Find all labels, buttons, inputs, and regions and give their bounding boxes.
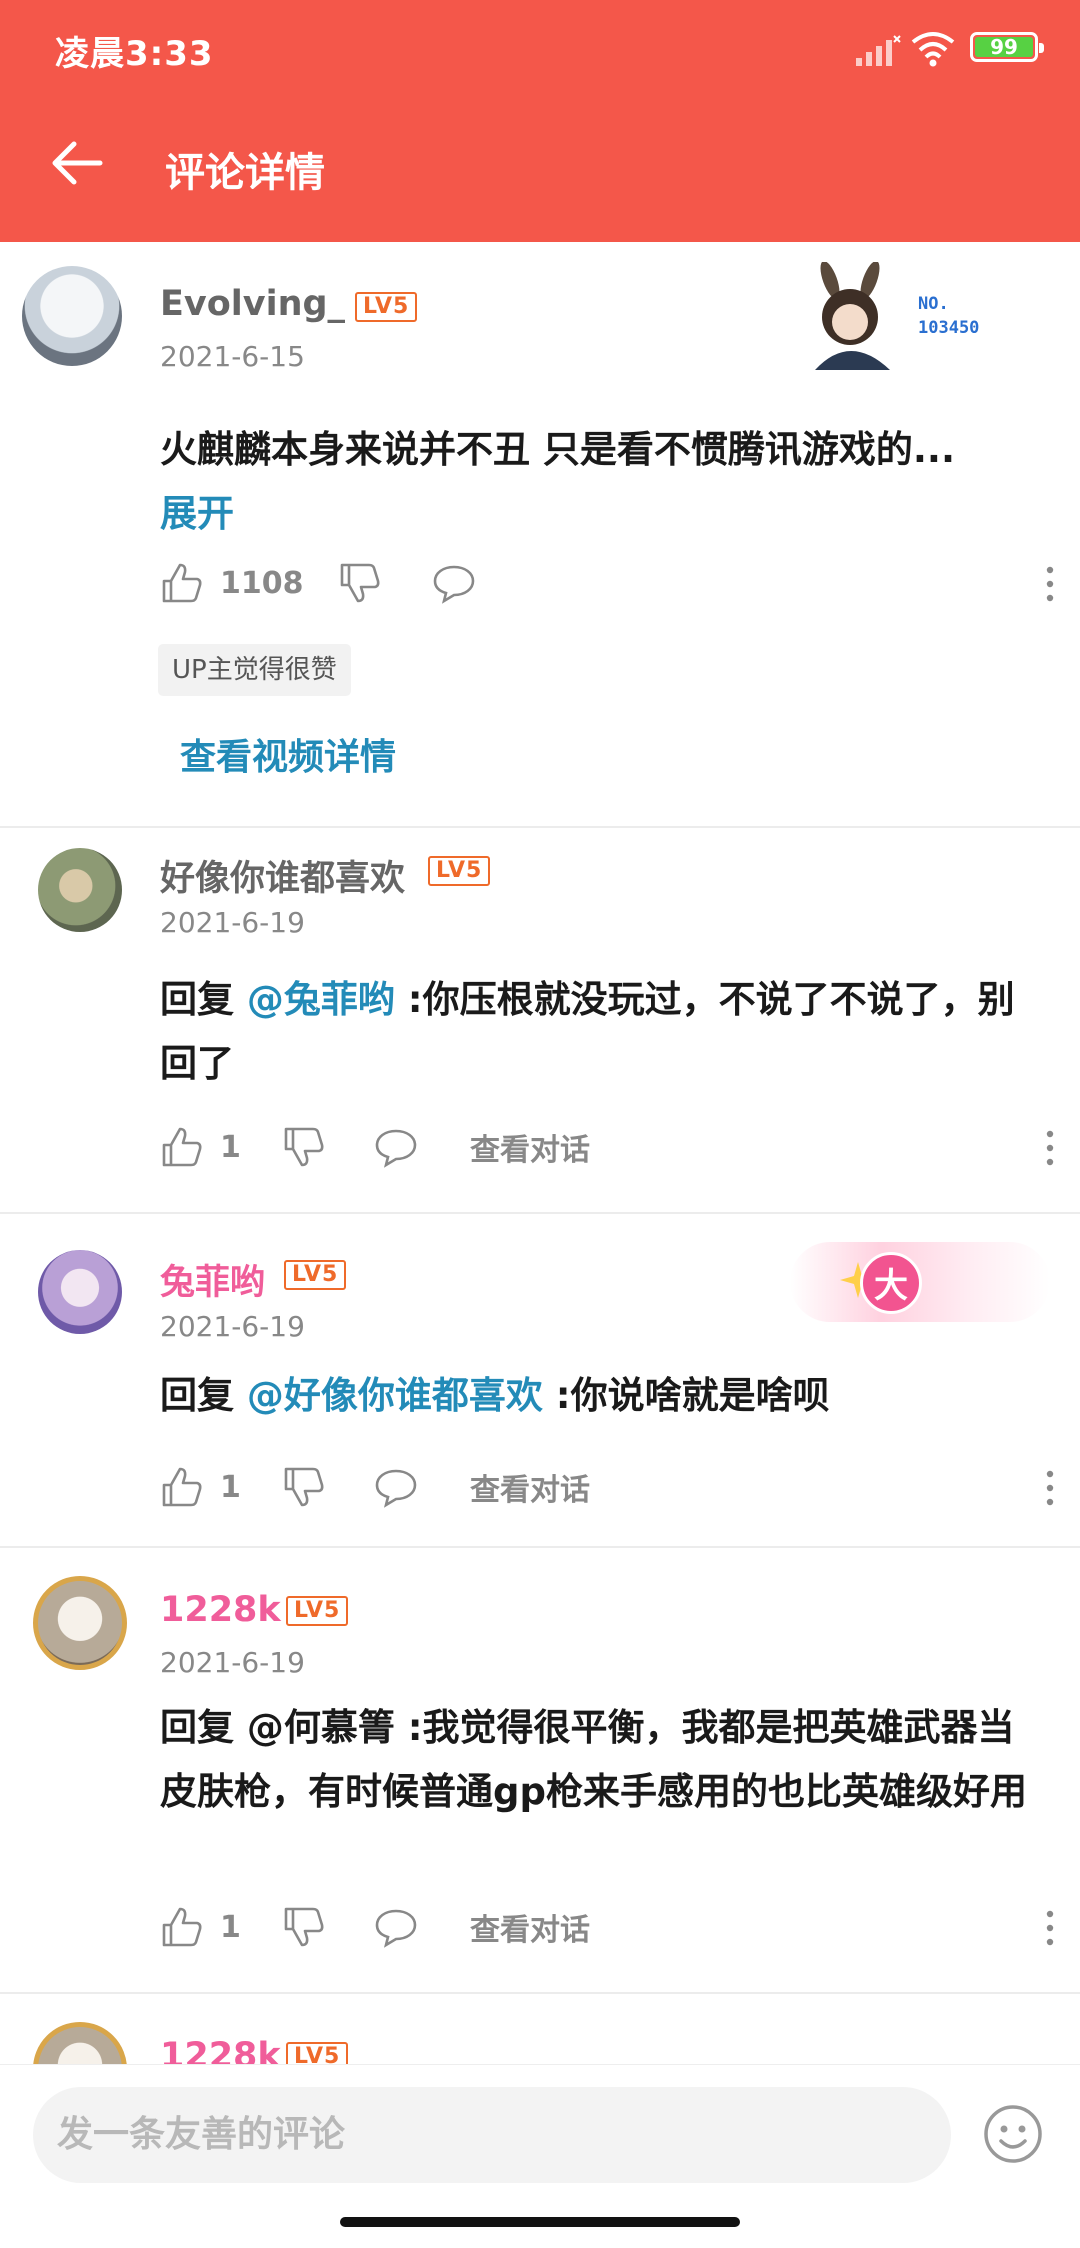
page-title: 评论详情 (165, 150, 325, 196)
comment-text: 回复 @兔菲哟 :你压根就没玩过，不说了不说了，别回了 (160, 968, 1040, 1096)
comment-item: 1228k LV5 2021-6-19 回复 @何慕箐 :我觉得很平衡，我都是把… (0, 1548, 1080, 1994)
like-button[interactable]: 1 (160, 1122, 241, 1172)
username[interactable]: 兔菲哟 (160, 1254, 265, 1305)
comment-bubble-icon (375, 1469, 417, 1508)
avatar[interactable] (22, 266, 122, 366)
comment-item: 好像你谁都喜欢 LV5 2021-6-19 回复 @兔菲哟 :你压根就没玩过，不… (0, 828, 1080, 1214)
emoji-icon[interactable] (982, 2103, 1044, 2165)
dislike-button[interactable] (282, 1462, 326, 1512)
level-badge: LV5 (355, 292, 418, 322)
view-video-details-link[interactable]: 查看视频详情 (180, 728, 396, 780)
username[interactable]: 好像你谁都喜欢 (160, 850, 405, 901)
mention-link[interactable]: @兔菲哟 (247, 978, 395, 1021)
dislike-button[interactable] (338, 558, 382, 608)
username[interactable]: 1228k (160, 1590, 281, 1630)
thumbs-up-icon (162, 1467, 202, 1507)
level-badge: LV5 (428, 856, 491, 886)
comment-composer-bar: 发一条友善的评论 (0, 2064, 1080, 2248)
avatar[interactable] (33, 2022, 127, 2064)
comment-text: 回复 @何慕箐 :我觉得很平衡，我都是把英雄武器当皮肤枪，有时候普通gp枪来手感… (160, 1706, 1027, 1813)
comment-actions: 1 查看对话 (160, 1122, 1060, 1172)
character-illustration-icon (815, 261, 890, 370)
comment-item: Evolving_ LV5 2021-6-15 NO. 103450 火麒麟本身… (0, 242, 1080, 828)
comment-date: 2021-6-19 (160, 1646, 305, 1679)
view-conversation-button[interactable]: 查看对话 (470, 1122, 590, 1172)
like-count: 1108 (220, 565, 304, 601)
like-button[interactable]: 1 (160, 1902, 241, 1952)
level-badge: LV5 (286, 1596, 349, 1626)
view-conversation-button[interactable]: 查看对话 (470, 1902, 590, 1952)
comment-bubble-icon (375, 1909, 417, 1948)
view-conversation-button[interactable]: 查看对话 (470, 1462, 590, 1512)
vip-badge: 大 (790, 1242, 1050, 1322)
thumbs-up-icon (162, 1127, 202, 1167)
fan-card-badge[interactable]: NO. 103450 (800, 261, 1020, 372)
status-time: 凌晨3:33 (55, 34, 214, 74)
comment-list[interactable]: Evolving_ LV5 2021-6-15 NO. 103450 火麒麟本身… (0, 242, 1080, 2064)
thumbs-down-icon (284, 1467, 324, 1507)
comment-content: :你说啥就是啥呗 (542, 1374, 830, 1417)
like-count: 1 (220, 1469, 241, 1505)
app-header: 凌晨3:33 99 评论详情 (0, 0, 1080, 242)
avatar[interactable] (38, 1250, 122, 1334)
home-indicator[interactable] (340, 2217, 740, 2227)
comment-bubble-icon (375, 1129, 417, 1168)
like-count: 1 (220, 1129, 241, 1165)
thumbs-down-icon (284, 1907, 324, 1947)
fan-card-number: NO. 103450 (918, 294, 980, 338)
avatar[interactable] (33, 1576, 127, 1670)
dislike-button[interactable] (282, 1902, 326, 1952)
level-badge: LV5 (284, 1260, 347, 1290)
thumbs-down-icon (340, 563, 380, 603)
comment-actions: 1 查看对话 (160, 1902, 1060, 1952)
thumbs-up-icon (162, 1907, 202, 1947)
reply-button[interactable] (374, 1462, 418, 1512)
comment-date: 2021-6-19 (160, 906, 305, 939)
reply-prefix: 回复 (160, 978, 247, 1021)
like-count: 1 (220, 1909, 241, 1945)
more-options-icon[interactable] (1040, 564, 1060, 604)
reply-prefix: 回复 (160, 1374, 247, 1417)
comment-text: 回复 @好像你谁都喜欢 :你说啥就是啥呗 (160, 1364, 1040, 1428)
reply-button[interactable] (432, 558, 476, 608)
comment-actions: 1 查看对话 (160, 1462, 1060, 1512)
up-liked-tag: UP主觉得很赞 (158, 644, 351, 696)
more-options-icon[interactable] (1040, 1908, 1060, 1948)
thumbs-up-icon (162, 563, 202, 603)
comment-item: 1228k LV5 (0, 1994, 1080, 2064)
level-badge: LV5 (286, 2042, 349, 2064)
comment-content: 火麒麟本身来说并不丑 只是看不惯腾讯游戏的... (160, 428, 956, 471)
comment-date: 2021-6-19 (160, 1310, 305, 1343)
big-member-badge: 大 (860, 1252, 922, 1314)
reply-button[interactable] (374, 1122, 418, 1172)
like-button[interactable]: 1 (160, 1462, 241, 1512)
comment-date: 2021-6-15 (160, 340, 305, 373)
like-button[interactable]: 1108 (160, 558, 304, 608)
username[interactable]: 1228k (160, 2036, 281, 2064)
expand-link[interactable]: 展开 (160, 492, 234, 535)
thumbs-down-icon (284, 1127, 324, 1167)
back-arrow-icon[interactable] (50, 136, 104, 190)
reply-button[interactable] (374, 1902, 418, 1952)
mention-link[interactable]: @好像你谁都喜欢 (247, 1374, 543, 1417)
comment-item: 兔菲哟 LV5 2021-6-19 大 回复 @好像你谁都喜欢 :你说啥就是啥呗… (0, 1214, 1080, 1548)
comment-bubble-icon (433, 565, 475, 604)
signal-icon (856, 35, 901, 66)
avatar[interactable] (38, 848, 122, 932)
dislike-button[interactable] (282, 1122, 326, 1172)
battery-level: 99 (975, 37, 1033, 57)
more-options-icon[interactable] (1040, 1468, 1060, 1508)
comment-actions: 1108 (160, 558, 1060, 608)
comment-text: 火麒麟本身来说并不丑 只是看不惯腾讯游戏的... 展开 (160, 418, 1040, 546)
username[interactable]: Evolving_ (160, 284, 345, 324)
more-options-icon[interactable] (1040, 1128, 1060, 1168)
comment-input[interactable]: 发一条友善的评论 (33, 2087, 951, 2183)
wifi-icon (911, 32, 955, 67)
battery-icon: 99 (970, 32, 1044, 62)
status-bar: 凌晨3:33 99 (0, 0, 1080, 96)
